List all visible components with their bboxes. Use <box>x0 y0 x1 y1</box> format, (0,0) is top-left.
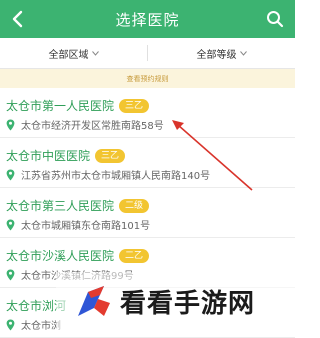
watermark-text: 看看手游网 <box>120 288 256 319</box>
location-pin-icon <box>6 119 15 130</box>
hospital-address-row: 太仓市浏 <box>6 317 61 332</box>
appointment-rules-link[interactable]: 查看预约规则 <box>0 69 295 88</box>
hospital-address-row: 太仓市经济开发区常胜南路58号 <box>6 117 164 132</box>
back-button[interactable] <box>4 5 32 33</box>
hospital-name: 太仓市第三人民医院 <box>6 199 115 213</box>
location-pin-icon <box>6 269 15 280</box>
location-pin-icon <box>6 319 15 330</box>
level-badge: 三乙 <box>95 149 126 163</box>
hospital-address-row: 江苏省苏州市太仓市城厢镇人民南路140号 <box>6 167 210 182</box>
chevron-left-icon <box>12 10 23 28</box>
hospital-item[interactable]: 太仓市第一人民医院 三乙 太仓市经济开发区常胜南路58号 <box>0 88 295 138</box>
hospital-address: 太仓市城厢镇东仓南路101号 <box>21 221 151 232</box>
hospital-name: 太仓市第一人民医院 <box>6 99 115 113</box>
hospital-name-row: 太仓市第三人民医院 二级 <box>6 197 150 214</box>
level-badge: 二级 <box>119 199 150 213</box>
location-pin-icon <box>6 169 15 180</box>
hospital-name-row: 太仓市沙溪人民医院 二乙 <box>6 247 150 264</box>
search-icon <box>267 11 284 28</box>
chevron-down-icon <box>239 50 247 56</box>
level-badge: 三乙 <box>119 99 150 113</box>
hospital-address-row: 太仓市城厢镇东仓南路101号 <box>6 217 150 232</box>
hospital-name-row: 太仓市中医医院 三乙 <box>6 147 126 164</box>
search-button[interactable] <box>261 5 289 33</box>
hospital-item[interactable]: 太仓市中医医院 三乙 江苏省苏州市太仓市城厢镇人民南路140号 <box>0 138 295 188</box>
level-filter-label: 全部等级 <box>196 49 237 61</box>
hospital-address: 太仓市浏 <box>21 321 61 332</box>
level-badge: 二乙 <box>119 249 150 263</box>
hospital-item[interactable]: 太仓市第三人民医院 二级 太仓市城厢镇东仓南路101号 <box>0 188 295 238</box>
hospital-address: 江苏省苏州市太仓市城厢镇人民南路140号 <box>21 171 211 182</box>
watermark-logo-icon <box>78 286 110 316</box>
hospital-name-row: 太仓市第一人民医院 三乙 <box>6 97 150 114</box>
area-filter-label: 全部区域 <box>48 49 89 61</box>
location-pin-icon <box>6 219 15 230</box>
hospital-address: 太仓市经济开发区常胜南路58号 <box>21 121 164 132</box>
hospital-name: 太仓市沙溪人民医院 <box>6 249 115 263</box>
filter-bar: 全部区域 全部等级 <box>0 38 295 69</box>
chevron-down-icon <box>91 50 99 56</box>
watermark: 看看手游网 <box>74 281 295 321</box>
hospital-name: 太仓市中医医院 <box>6 149 91 163</box>
area-filter[interactable]: 全部区域 <box>0 38 147 68</box>
page-title: 选择医院 <box>115 10 180 29</box>
top-bar: 选择医院 <box>0 0 295 38</box>
level-filter[interactable]: 全部等级 <box>148 38 295 68</box>
